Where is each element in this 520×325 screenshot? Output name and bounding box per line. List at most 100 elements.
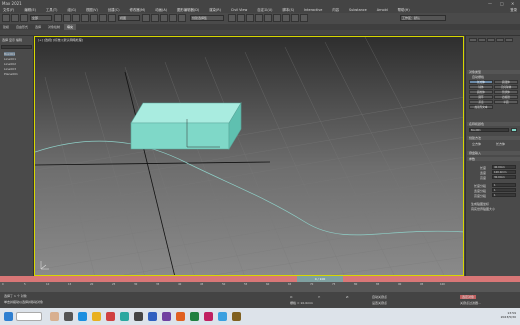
pyramid-button[interactable]: 四棱锥	[494, 95, 518, 99]
motion-tab-icon[interactable]	[496, 38, 504, 42]
app-icon[interactable]	[204, 312, 213, 321]
viewport-scene	[35, 37, 463, 275]
create-tab-icon[interactable]	[469, 38, 477, 42]
width-segs-input[interactable]: 1	[492, 188, 516, 192]
length-segs-input[interactable]: 1	[492, 183, 516, 187]
close-button[interactable]: ✕	[511, 1, 514, 6]
app-icon[interactable]	[148, 312, 157, 321]
app-icon[interactable]	[218, 312, 227, 321]
height-input[interactable]: 30.0mm	[492, 175, 516, 179]
select-region-icon[interactable]	[72, 14, 80, 22]
hierarchy-tab-icon[interactable]	[487, 38, 495, 42]
move-icon[interactable]	[90, 14, 98, 22]
angle-snap-icon[interactable]	[160, 14, 168, 22]
scene-item[interactable]: Line001	[4, 57, 16, 61]
selected-dropdown[interactable]: 选定对象	[460, 295, 477, 299]
app-icon[interactable]	[232, 312, 241, 321]
pivot-icon[interactable]	[142, 14, 150, 22]
minimize-button[interactable]: —	[488, 1, 492, 6]
sphere-button[interactable]: 球体	[469, 85, 493, 89]
torus-button[interactable]: 圆环	[469, 95, 493, 99]
text-plus-button[interactable]: 加强型文本	[469, 105, 493, 109]
percent-snap-icon[interactable]	[169, 14, 177, 22]
app-icon[interactable]	[162, 312, 171, 321]
select-by-name-icon[interactable]	[63, 14, 71, 22]
app-icon[interactable]	[190, 312, 199, 321]
scene-item[interactable]: Box001	[4, 52, 16, 56]
auto-grid-checkbox[interactable]: 自动栅格	[472, 75, 484, 79]
explorer-icon[interactable]	[92, 312, 101, 321]
redo-icon[interactable]	[11, 14, 19, 22]
geosphere-button[interactable]: 几何球体	[494, 85, 518, 89]
maximize-button[interactable]: □	[500, 1, 504, 6]
perspective-viewport[interactable]	[34, 36, 464, 276]
avatar-icon[interactable]	[50, 312, 59, 321]
task-view-icon[interactable]	[64, 312, 73, 321]
title-bar: Max 2021 — □ ✕	[0, 0, 520, 7]
start-icon[interactable]	[4, 312, 13, 321]
track-bar[interactable]: 0 5 10 15 20 25 30 35 40 45 50 55 60 65 …	[0, 282, 520, 292]
scene-tab-select[interactable]: 选择	[2, 38, 8, 42]
object-color-swatch[interactable]	[511, 128, 517, 132]
app-icon[interactable]	[106, 312, 115, 321]
real-world-checkbox[interactable]: 真实世界贴图大小	[471, 207, 495, 211]
key-filters-button[interactable]: 关键点过滤器...	[460, 301, 481, 305]
set-key-button[interactable]: 设置关键点	[372, 301, 387, 305]
box-radio[interactable]: 长方体	[496, 142, 505, 146]
modify-tab-icon[interactable]	[478, 38, 486, 42]
scene-item[interactable]: Line003	[4, 67, 16, 71]
display-tab-icon[interactable]	[505, 38, 513, 42]
scale-icon[interactable]	[108, 14, 116, 22]
spinner-snap-icon[interactable]	[178, 14, 186, 22]
box-button[interactable]: 长方体	[469, 80, 493, 84]
scene-item[interactable]: Line002	[4, 62, 16, 66]
status-bar: 选择了 1 个 对象 单击并拖动以选择并移动对象 X: Y: Z: 栅格 = 1…	[0, 292, 520, 308]
cylinder-button[interactable]: 圆柱体	[469, 90, 493, 94]
object-name-input[interactable]: Box001	[469, 128, 509, 132]
frame-tick: 20	[90, 283, 94, 286]
render-frame-icon[interactable]	[291, 14, 299, 22]
link-icon[interactable]	[20, 14, 28, 22]
selection-filter-dropdown[interactable]: 全部	[30, 15, 52, 21]
layer-icon[interactable]	[246, 14, 254, 22]
align-icon[interactable]	[237, 14, 245, 22]
cone-button[interactable]: 圆锥体	[494, 80, 518, 84]
material-editor-icon[interactable]	[273, 14, 281, 22]
gen-uv-checkbox[interactable]: 生成贴图坐标	[471, 202, 489, 206]
cube-radio[interactable]: 立方体	[472, 142, 481, 146]
edge-icon[interactable]	[78, 312, 87, 321]
scene-tab-edit[interactable]: 编辑	[16, 38, 22, 42]
scene-tab-display[interactable]: 显示	[9, 38, 15, 42]
render-setup-icon[interactable]	[282, 14, 290, 22]
undo-icon[interactable]	[2, 14, 10, 22]
schematic-icon[interactable]	[264, 14, 272, 22]
window-crossing-icon[interactable]	[81, 14, 89, 22]
rotate-icon[interactable]	[99, 14, 107, 22]
auto-key-button[interactable]: 自动关键点	[372, 295, 387, 299]
named-selection-set-dropdown[interactable]: 创建选择集	[190, 15, 224, 21]
tube-button[interactable]: 管状体	[494, 90, 518, 94]
app-icon[interactable]	[134, 312, 143, 321]
curve-editor-icon[interactable]	[255, 14, 263, 22]
plane-button[interactable]: 平面	[494, 100, 518, 104]
box-object[interactable]	[130, 101, 242, 151]
width-input[interactable]: 100.0mm	[492, 170, 516, 174]
scene-search-input[interactable]	[1, 45, 32, 49]
app-icon[interactable]	[176, 312, 185, 321]
teapot-button[interactable]: 茶壶	[469, 100, 493, 104]
taskbar-clock[interactable]: 13:59 2023/5/30	[501, 311, 516, 319]
select-object-icon[interactable]	[54, 14, 62, 22]
frame-tick: 5	[24, 283, 26, 286]
3dsmax-icon[interactable]	[120, 312, 129, 321]
workspace-dropdown[interactable]: 工作区：默认	[400, 15, 446, 21]
render-icon[interactable]	[300, 14, 308, 22]
reference-coordinate-dropdown[interactable]: 视图	[118, 15, 140, 21]
height-segs-input[interactable]: 1	[492, 193, 516, 197]
search-box[interactable]	[16, 312, 42, 321]
viewport-label[interactable]: [+] [透视] [标准] [默认明暗处理]	[38, 38, 83, 42]
length-input[interactable]: 40.0mm	[492, 165, 516, 169]
snap-icon[interactable]	[151, 14, 159, 22]
scene-item[interactable]: Plane001	[4, 72, 18, 76]
width-segs-label: 宽度分段	[474, 189, 487, 193]
mirror-icon[interactable]	[228, 14, 236, 22]
